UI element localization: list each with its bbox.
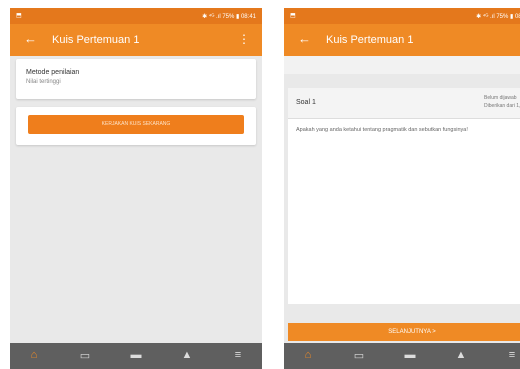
calendar-icon[interactable]: ▭ bbox=[77, 349, 93, 362]
back-arrow-icon[interactable]: ← bbox=[24, 32, 37, 46]
page-title: Kuis Pertemuan 1 bbox=[326, 34, 414, 46]
app-bar: ← Kuis Pertemuan 1 ■ bbox=[284, 24, 520, 56]
back-arrow-icon[interactable]: ← bbox=[298, 32, 311, 46]
bell-icon[interactable]: ▲ bbox=[453, 349, 469, 361]
attempt-card: KERJAKAN KUIS SEKARANG bbox=[16, 107, 256, 145]
quiz-overview-screen: ⬒ ✱ ⁴ᴳ .ıl 75% ▮ 08:41 ← Kuis Pertemuan … bbox=[10, 8, 262, 369]
question-text: Apakah yang anda ketahui tentang pragmat… bbox=[296, 127, 468, 133]
question-marks: Diberikan dari 1,00 bbox=[484, 103, 520, 109]
question-header: Soal 1 Belum dijawab Diberikan dari 1,00 bbox=[288, 88, 520, 119]
notification-icon: ⬒ bbox=[290, 13, 296, 19]
home-icon[interactable]: ⌂ bbox=[300, 349, 316, 361]
bottom-nav: ⌂ ▭ ▬ ▲ ≡ bbox=[284, 343, 520, 369]
question-nav-bar: › bbox=[284, 56, 520, 74]
grading-method-card: Metode penilaian Nilai tertinggi bbox=[16, 59, 256, 99]
status-bar: ⬒ ✱ ⁴ᴳ .ıl 75% ▮ 08:41 bbox=[284, 8, 520, 24]
question-number: Soal 1 bbox=[296, 99, 316, 106]
attempt-quiz-button[interactable]: KERJAKAN KUIS SEKARANG bbox=[28, 115, 244, 134]
quiz-question-screen: ⬒ ✱ ⁴ᴳ .ıl 75% ▮ 08:41 ← Kuis Pertemuan … bbox=[284, 8, 520, 369]
more-vert-icon[interactable]: ⋮ bbox=[238, 32, 250, 46]
home-icon[interactable]: ⌂ bbox=[26, 349, 42, 361]
question-status: Belum dijawab bbox=[484, 95, 517, 101]
bell-icon[interactable]: ▲ bbox=[179, 349, 195, 361]
status-time: ✱ ⁴ᴳ .ıl 75% ▮ 08:41 bbox=[202, 14, 256, 20]
chat-icon[interactable]: ▬ bbox=[128, 349, 144, 361]
app-bar: ← Kuis Pertemuan 1 ⋮ bbox=[10, 24, 262, 56]
bottom-nav: ⌂ ▭ ▬ ▲ ≡ bbox=[10, 343, 262, 369]
chat-icon[interactable]: ▬ bbox=[402, 349, 418, 361]
next-button[interactable]: SELANJUTNYA > bbox=[288, 323, 520, 341]
status-time: ✱ ⁴ᴳ .ıl 75% ▮ 08:41 bbox=[476, 14, 520, 20]
notification-icon: ⬒ bbox=[16, 13, 22, 19]
status-bar: ⬒ ✱ ⁴ᴳ .ıl 75% ▮ 08:41 bbox=[10, 8, 262, 24]
calendar-icon[interactable]: ▭ bbox=[351, 349, 367, 362]
grading-method-value: Nilai tertinggi bbox=[26, 79, 61, 85]
grading-method-label: Metode penilaian bbox=[26, 69, 80, 76]
page-title: Kuis Pertemuan 1 bbox=[52, 34, 140, 46]
question-card: Soal 1 Belum dijawab Diberikan dari 1,00… bbox=[288, 88, 520, 304]
menu-icon[interactable]: ≡ bbox=[230, 349, 246, 361]
menu-icon[interactable]: ≡ bbox=[504, 349, 520, 361]
question-meta: Belum dijawab Diberikan dari 1,00 bbox=[484, 94, 520, 110]
